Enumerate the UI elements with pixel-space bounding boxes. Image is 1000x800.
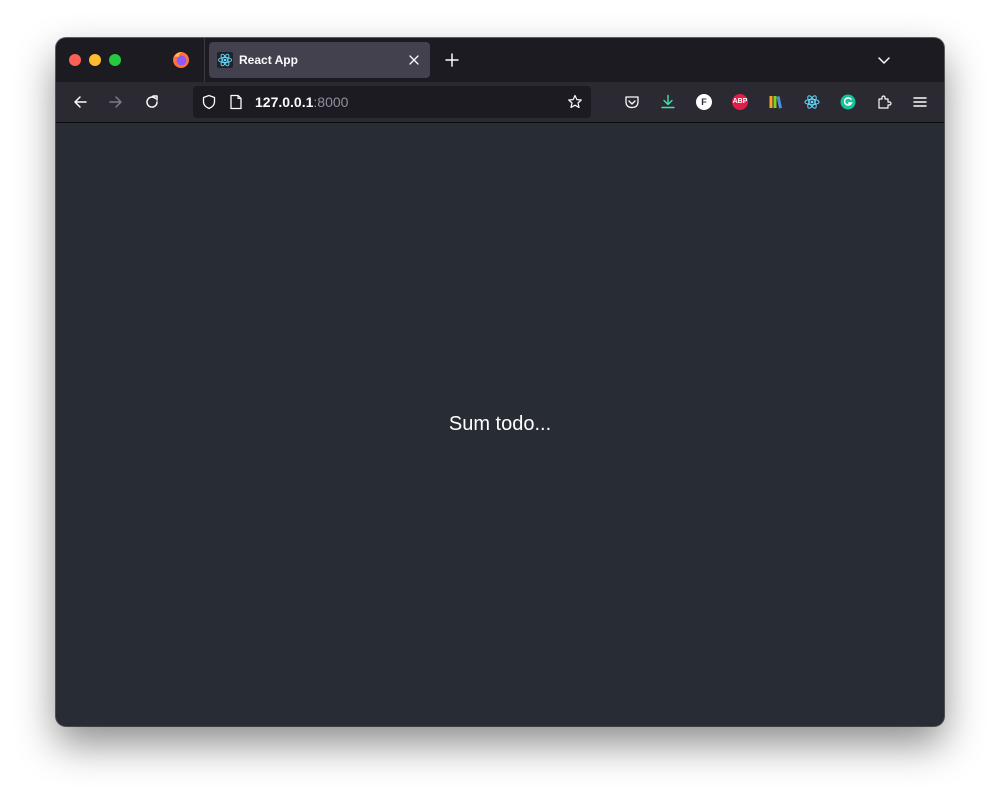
download-icon[interactable]: [660, 94, 676, 110]
window-maximize-button[interactable]: [109, 54, 121, 66]
grammarly-icon[interactable]: [840, 94, 856, 110]
library-icon[interactable]: [768, 94, 784, 110]
tab-title: React App: [239, 53, 298, 67]
tab-react-app[interactable]: React App: [209, 42, 430, 78]
page-icon[interactable]: [229, 94, 243, 110]
close-icon[interactable]: [407, 53, 421, 67]
url-host: 127.0.0.1: [255, 94, 314, 110]
url-text[interactable]: 127.0.0.1:8000: [255, 94, 348, 110]
todo-placeholder-text: Sum todo...: [448, 413, 552, 435]
browser-window: React App 127.0.0.1:8000 F ABP Sum todo.…: [56, 38, 944, 726]
tab-divider: [204, 38, 205, 82]
react-devtools-icon[interactable]: [804, 94, 820, 110]
adblock-plus-icon[interactable]: ABP: [732, 94, 748, 110]
reload-icon[interactable]: [144, 94, 160, 110]
shield-icon[interactable]: [201, 94, 217, 110]
page-content: Sum todo...: [56, 123, 944, 726]
menu-icon[interactable]: [912, 94, 928, 110]
react-icon: [217, 52, 233, 68]
pocket-icon[interactable]: [624, 94, 640, 110]
forward-arrow-icon[interactable]: [108, 94, 124, 110]
navigation-toolbar: 127.0.0.1:8000 F ABP: [56, 82, 944, 123]
window-minimize-button[interactable]: [89, 54, 101, 66]
chevron-down-icon[interactable]: [876, 52, 892, 68]
url-port: :8000: [313, 94, 349, 110]
extensions-puzzle-icon[interactable]: [876, 94, 892, 110]
firefox-view-icon[interactable]: [172, 51, 190, 69]
window-close-button[interactable]: [69, 54, 81, 66]
bookmark-star-icon[interactable]: [567, 94, 583, 110]
address-bar[interactable]: 127.0.0.1:8000: [193, 86, 591, 118]
tab-strip: React App: [56, 38, 944, 82]
feedly-icon[interactable]: F: [696, 94, 712, 110]
back-arrow-icon[interactable]: [72, 94, 88, 110]
new-tab-button[interactable]: [444, 52, 460, 68]
